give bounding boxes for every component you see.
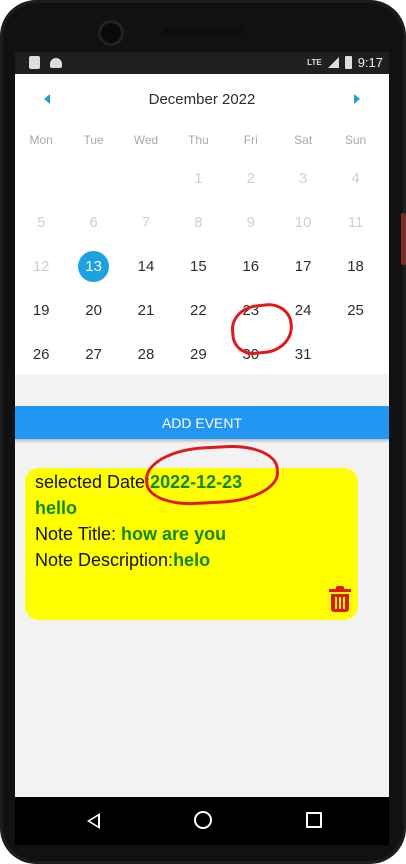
back-icon[interactable] — [87, 813, 100, 829]
week-row: 1 2 3 4 — [15, 156, 389, 200]
day-cell[interactable]: 14 — [120, 244, 172, 288]
home-icon[interactable] — [194, 811, 212, 829]
trash-icon[interactable] — [329, 586, 351, 612]
side-button — [401, 213, 406, 265]
day-cell[interactable]: 29 — [172, 332, 224, 376]
day-cell[interactable]: 25 — [329, 288, 381, 332]
day-cell[interactable]: 10 — [277, 200, 329, 244]
app-screen: LTE 9:17 December 2022 Mon Tue Wed Thu F… — [15, 52, 389, 797]
status-bar: LTE 9:17 — [15, 52, 389, 74]
day-cell — [329, 332, 381, 376]
day-cell[interactable]: 9 — [225, 200, 277, 244]
day-cell[interactable]: 1 — [172, 156, 224, 200]
week-row: 5 6 7 8 9 10 11 — [15, 200, 389, 244]
day-cell — [67, 156, 119, 200]
add-event-button[interactable]: ADD EVENT — [15, 406, 389, 439]
week-row: 19 20 21 22 23 24 25 — [15, 288, 389, 332]
weekday-label: Tue — [83, 133, 104, 147]
calendar-view: December 2022 Mon Tue Wed Thu Fri Sat Su… — [15, 74, 389, 374]
week-row: 12 13 14 15 16 17 18 — [15, 244, 389, 288]
front-camera — [101, 23, 121, 43]
system-nav-bar — [15, 797, 389, 845]
note-description-line: Note Description:helo — [35, 550, 210, 571]
status-time: 9:17 — [357, 55, 383, 70]
selected-date-label: selected Date: — [35, 472, 151, 492]
day-cell[interactable]: 27 — [67, 332, 119, 376]
day-cell[interactable]: 12 — [15, 244, 67, 288]
note-description-label: Note Description: — [35, 550, 174, 570]
note-title-label: Note Title: — [35, 524, 122, 544]
earpiece-speaker — [163, 28, 243, 35]
day-cell[interactable]: 18 — [329, 244, 381, 288]
day-cell — [120, 156, 172, 200]
day-cell[interactable]: 7 — [120, 200, 172, 244]
event-name: hello — [35, 498, 78, 518]
recent-apps-icon[interactable] — [306, 812, 322, 828]
day-cell[interactable]: 5 — [15, 200, 67, 244]
day-cell[interactable]: 21 — [120, 288, 172, 332]
day-cell-today[interactable]: 13 — [67, 244, 119, 288]
month-header: December 2022 — [15, 91, 389, 115]
day-cell[interactable]: 26 — [15, 332, 67, 376]
day-cell — [15, 156, 67, 200]
signal-icon — [327, 57, 339, 68]
sd-card-icon — [29, 56, 40, 69]
next-month-icon[interactable] — [354, 94, 360, 104]
day-cell[interactable]: 11 — [329, 200, 381, 244]
battery-icon — [344, 56, 352, 69]
weekday-header: Mon Tue Wed Thu Fri Sat Sun — [15, 133, 389, 147]
day-cell[interactable]: 16 — [225, 244, 277, 288]
day-cell[interactable]: 20 — [67, 288, 119, 332]
day-cell[interactable]: 17 — [277, 244, 329, 288]
day-cell[interactable]: 6 — [67, 200, 119, 244]
note-title-value: how are you — [121, 524, 227, 544]
day-cell[interactable]: 28 — [120, 332, 172, 376]
event-note-card[interactable]: selected Date:2022-12-23 hello Note Titl… — [25, 442, 358, 620]
month-title: December 2022 — [148, 91, 256, 108]
day-grid: 1 2 3 4 5 6 7 8 9 10 11 12 13 14 15 16 1… — [15, 156, 389, 376]
weekday-label: Thu — [188, 133, 209, 147]
day-cell[interactable]: 3 — [277, 156, 329, 200]
android-icon — [50, 58, 62, 68]
note-description-value: helo — [173, 550, 211, 570]
day-cell[interactable]: 8 — [172, 200, 224, 244]
weekday-label: Mon — [29, 133, 53, 147]
lte-indicator: LTE — [307, 58, 322, 67]
annotation-circle — [143, 442, 281, 508]
note-title-line: Note Title: how are you — [35, 524, 226, 545]
day-cell[interactable]: 15 — [172, 244, 224, 288]
weekday-label: Fri — [243, 133, 258, 147]
weekday-label: Sat — [294, 133, 313, 147]
day-cell[interactable]: 22 — [172, 288, 224, 332]
weekday-label: Wed — [133, 133, 159, 147]
today-highlight: 13 — [78, 250, 110, 282]
day-cell[interactable]: 2 — [225, 156, 277, 200]
day-cell[interactable]: 19 — [15, 288, 67, 332]
week-row: 26 27 28 29 30 31 — [15, 332, 389, 376]
weekday-label: Sun — [344, 133, 367, 147]
day-cell[interactable]: 4 — [329, 156, 381, 200]
